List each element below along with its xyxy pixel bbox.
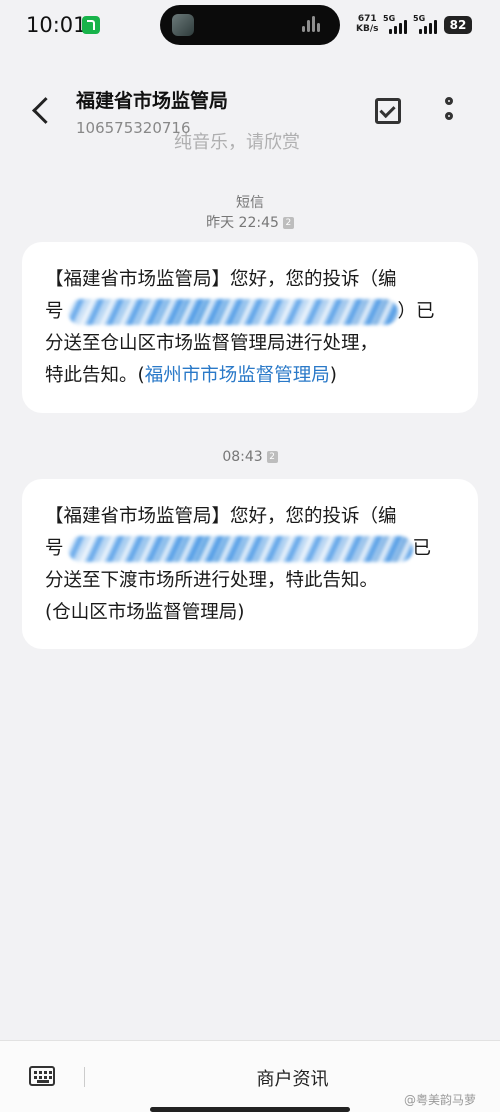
network-speed-value: 671: [357, 14, 377, 24]
battery-indicator: 82: [444, 16, 472, 34]
music-app-icon: [82, 16, 100, 34]
select-messages-button[interactable]: [375, 98, 401, 124]
message-timestamp: 08:43 2: [0, 449, 500, 465]
message-text: (仓山区市场监督管理局): [45, 602, 245, 623]
now-playing-overlay: 纯音乐，请欣赏: [174, 132, 300, 153]
message-text: 特此告知。(福州市市场监督管理局): [45, 365, 337, 386]
message-text: 分送至下渡市场所进行处理，特此告知。: [45, 570, 379, 591]
message-timestamp: 昨天 22:45 2: [0, 212, 500, 232]
message-text: 【福建省市场监管局】您好，您的投诉（编: [45, 269, 397, 290]
home-indicator[interactable]: [150, 1107, 350, 1112]
bottom-bar: 商户资讯 @粤美韵马萝: [0, 1040, 500, 1112]
redacted-complaint-number: [67, 536, 413, 562]
message-text: 号已: [45, 533, 456, 565]
network-speed: 671 KB/s: [356, 14, 378, 34]
status-bar: 10:01 671 KB/s 5G 5G 82: [0, 0, 500, 52]
weibo-watermark: @粤美韵马萝: [404, 1093, 477, 1107]
redacted-complaint-number: [67, 299, 398, 325]
sim-card-icon: 2: [282, 217, 294, 229]
more-options-button[interactable]: [440, 97, 462, 127]
merchant-info-menu[interactable]: 商户资讯: [0, 1065, 500, 1091]
back-button[interactable]: [28, 96, 54, 126]
album-art: [172, 14, 194, 36]
network-speed-unit: KB/s: [356, 24, 379, 34]
sender-name: 福建省市场监管局: [76, 90, 229, 112]
signal-sim2-icon: 5G: [413, 14, 443, 34]
message-text: 【福建省市场监管局】您好，您的投诉（编: [45, 506, 397, 527]
sim-card-icon: 2: [266, 451, 278, 463]
message-text: 号）已: [45, 296, 456, 328]
channel-label: 短信: [236, 195, 264, 211]
agency-link[interactable]: 福州市市场监督管理局: [145, 365, 330, 386]
message-bubble[interactable]: 【福建省市场监管局】您好，您的投诉（编 号）已 分送至仓山区市场监督管理局进行处…: [22, 242, 478, 413]
message-bubble[interactable]: 【福建省市场监管局】您好，您的投诉（编 号已 分送至下渡市场所进行处理，特此告知…: [22, 479, 478, 649]
message-text: 分送至仓山区市场监督管理局进行处理，: [45, 333, 379, 354]
audio-waveform-icon: [302, 16, 324, 32]
signal-sim1-icon: 5G: [383, 14, 413, 34]
clock: 10:01: [26, 13, 87, 37]
